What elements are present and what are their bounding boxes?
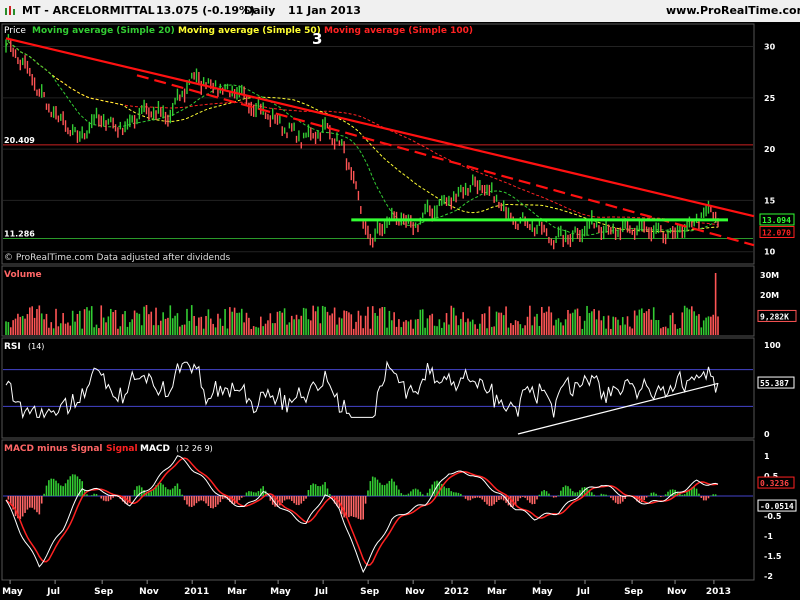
rsi-params: (14) [28, 342, 44, 351]
chart-window: MT - ARCELORMITTAL 13.075 (-0.19%) Daily… [0, 0, 800, 600]
date-label: 11 Jan 2013 [288, 4, 361, 17]
x-tick-label: 2011 [184, 587, 209, 597]
x-tick-label: Mar [227, 587, 247, 597]
volume-tick-20m: 20M [760, 291, 779, 300]
price-tick-label: 20 [764, 145, 776, 154]
volume-tick-30m: 30M [760, 271, 779, 280]
price-legend-prefix: Price [4, 26, 26, 36]
ma50-legend: Moving average (Simple 50) [178, 26, 321, 36]
macd-tick-label: -1.5 [764, 552, 782, 561]
x-tick-label: Sep [624, 587, 644, 597]
charts-canvas: 1015202530 10.5-0.5-1-1.5-2 May Jul Sep Nov… [1, 23, 797, 597]
price-tick-label: 10 [764, 248, 776, 257]
chart-icon [4, 5, 16, 16]
macd-params: (12 26 9) [176, 444, 213, 453]
x-tick-label: Jul [46, 587, 60, 597]
macd-panel [1, 439, 755, 581]
macd-tick-label: 1 [764, 452, 770, 461]
x-tick-label: 2013 [706, 587, 731, 597]
macd-tick-label: -1 [764, 532, 773, 541]
x-tick-label: May [2, 587, 23, 597]
x-tick-label: Sep [94, 587, 114, 597]
ma100-legend: Moving average (Simple 100) [324, 26, 473, 36]
x-tick-label: Sep [360, 587, 380, 597]
ma20-legend: Moving average (Simple 20) [32, 26, 175, 36]
x-tick-label: Mar [487, 587, 507, 597]
x-tick-label: Nov [405, 587, 425, 597]
x-tick-label: Jul [314, 587, 328, 597]
rsi-title: RSI [4, 342, 21, 352]
volume-title: Volume [4, 270, 42, 280]
level-label-high: 20.409 [4, 136, 35, 145]
macd-tick-label: -2 [764, 572, 773, 581]
ma100-badge-value: 12.070 [762, 228, 791, 237]
x-tick-label: Nov [667, 587, 687, 597]
period-label: Daily [244, 4, 276, 17]
price-tick-label: 30 [764, 43, 776, 52]
support-badge-value: 13.094 [762, 216, 791, 225]
macd-signal-legend: Signal [106, 444, 138, 454]
price-tick-label: 25 [764, 94, 776, 103]
price-tick-label: 15 [764, 196, 776, 205]
level-label-low: 11.286 [4, 230, 35, 239]
volume-badge-value: 9,282K [760, 312, 789, 321]
signal-badge-value: 0.3236 [760, 479, 789, 488]
rsi-badge-value: 55.387 [760, 379, 789, 388]
annotation-number: 3 [312, 30, 322, 48]
macd-badge-value: -0.0514 [760, 502, 794, 511]
x-tick-label: May [532, 587, 553, 597]
macd-hist-legend: MACD minus Signal [4, 444, 102, 454]
x-tick-label: May [270, 587, 291, 597]
macd-legend: MACD [140, 444, 170, 454]
x-tick-label: Nov [139, 587, 159, 597]
symbol-label: MT - ARCELORMITTAL [22, 4, 155, 17]
rsi-tick-high: 100 [764, 341, 781, 350]
last-price-label: 13.075 (-0.19%) [156, 4, 256, 17]
macd-tick-label: -0.5 [764, 512, 782, 521]
title-bar: MT - ARCELORMITTAL 13.075 (-0.19%) Daily… [0, 0, 800, 22]
x-tick-label: 2012 [444, 587, 469, 597]
site-label: www.ProRealTime.com [666, 4, 800, 17]
price-footer-note: © ProRealTime.com Data adjusted after di… [4, 253, 230, 263]
rsi-tick-low: 0 [764, 430, 770, 439]
rsi-panel [1, 337, 755, 439]
x-tick-label: Jul [576, 587, 590, 597]
